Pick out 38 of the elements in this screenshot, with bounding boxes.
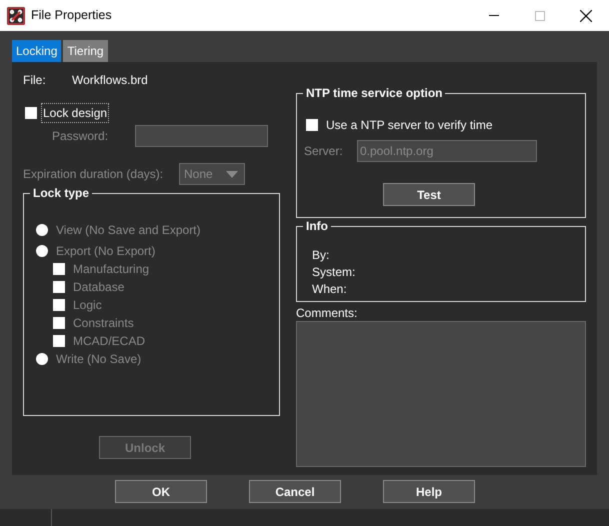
tab[interactable]: Locking: [12, 40, 62, 62]
lock-type-title: Lock type: [30, 186, 92, 200]
file-name: Workflows.brd: [72, 72, 148, 87]
close-icon[interactable]: [580, 10, 592, 22]
file-label: File:: [23, 72, 47, 87]
radio-label: Write (No Save): [56, 351, 142, 368]
tab[interactable]: Tiering: [63, 40, 108, 62]
checkbox-label: Manufacturing: [73, 261, 150, 278]
password-label: Password:: [52, 128, 110, 145]
checkbox-label: MCAD/ECAD: [73, 333, 146, 350]
dialog-button[interactable]: Cancel: [249, 480, 341, 503]
dialog-button[interactable]: OK: [115, 480, 207, 503]
info-title: Info: [303, 219, 331, 233]
info-label: By:: [312, 247, 330, 264]
window-title: File Properties: [31, 7, 112, 24]
lock-design-label[interactable]: Lock design: [42, 104, 108, 122]
minimize-icon[interactable]: [489, 15, 499, 16]
checkbox[interactable]: [25, 107, 37, 119]
expiration-label: Expiration duration (days):: [23, 166, 164, 183]
password-field[interactable]: [135, 125, 268, 147]
app-icon: [7, 6, 25, 24]
checkbox-label: Constraints: [73, 315, 134, 332]
radio-label: Export (No Export): [56, 243, 156, 260]
test-button[interactable]: Test: [383, 183, 475, 206]
checkbox-label: Logic: [73, 297, 102, 314]
maximize-icon[interactable]: [535, 10, 545, 20]
dropdown-arrow-icon: [226, 170, 238, 178]
radio-label: View (No Save and Export): [56, 222, 201, 239]
info-label: When:: [312, 281, 347, 298]
dialog-button[interactable]: Help: [383, 480, 475, 503]
server-label: Server:: [304, 143, 344, 160]
ntp-title: NTP time service option: [303, 86, 446, 100]
comments-label: Comments:: [296, 306, 358, 320]
info-label: System:: [312, 264, 356, 281]
ntp-checkbox-label: Use a NTP server to verify time: [326, 117, 492, 134]
checkbox-label: Database: [73, 279, 124, 296]
checkbox[interactable]: [306, 119, 318, 131]
comments-field[interactable]: [296, 321, 586, 467]
